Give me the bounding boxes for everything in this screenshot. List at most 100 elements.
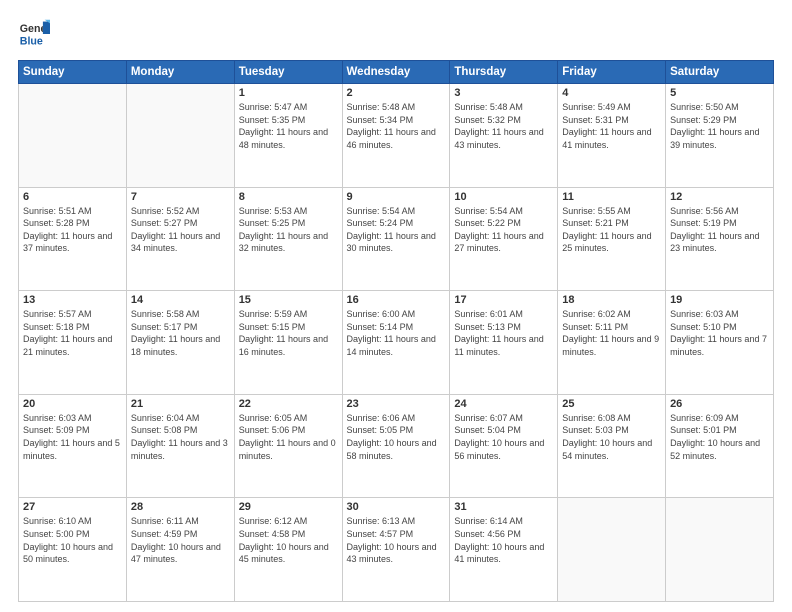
- calendar-week-row: 27 Sunrise: 6:10 AMSunset: 5:00 PMDayligh…: [19, 498, 774, 602]
- calendar-weekday-sunday: Sunday: [19, 61, 127, 84]
- day-number: 17: [454, 294, 553, 306]
- calendar-cell: 31 Sunrise: 6:14 AMSunset: 4:56 PMDayligh…: [450, 498, 558, 602]
- calendar-cell: 1 Sunrise: 5:47 AMSunset: 5:35 PMDaylight…: [234, 84, 342, 188]
- calendar-cell: 11 Sunrise: 5:55 AMSunset: 5:21 PMDayligh…: [558, 187, 666, 291]
- calendar-cell: 2Sunrise: 5:48 AMSunset: 5:34 PMDaylight…: [342, 84, 450, 188]
- calendar-cell: 16 Sunrise: 6:00 AMSunset: 5:14 PMDayligh…: [342, 291, 450, 395]
- day-number: 12: [670, 191, 769, 203]
- day-number: 23: [347, 398, 446, 410]
- day-number: 19: [670, 294, 769, 306]
- calendar-cell: 21 Sunrise: 6:04 AMSunset: 5:08 PMDayligh…: [126, 394, 234, 498]
- day-info: Sunrise: 5:54 AMSunset: 5:24 PMDaylight:…: [347, 205, 446, 255]
- day-info: Sunrise: 5:56 AMSunset: 5:19 PMDaylight:…: [670, 205, 769, 255]
- calendar-cell: 10 Sunrise: 5:54 AMSunset: 5:22 PMDayligh…: [450, 187, 558, 291]
- calendar-weekday-friday: Friday: [558, 61, 666, 84]
- day-info: Sunrise: 5:51 AMSunset: 5:28 PMDaylight:…: [23, 205, 122, 255]
- day-info: Sunrise: 6:00 AMSunset: 5:14 PMDaylight:…: [347, 308, 446, 358]
- day-number: 20: [23, 398, 122, 410]
- calendar-cell: 8 Sunrise: 5:53 AMSunset: 5:25 PMDaylight…: [234, 187, 342, 291]
- day-number: 6: [23, 191, 122, 203]
- calendar-cell: 28Sunrise: 6:11 AMSunset: 4:59 PMDayligh…: [126, 498, 234, 602]
- day-info: Sunrise: 6:08 AMSunset: 5:03 PMDaylight:…: [562, 412, 661, 462]
- calendar-cell: 23 Sunrise: 6:06 AMSunset: 5:05 PMDayligh…: [342, 394, 450, 498]
- calendar-cell: 18 Sunrise: 6:02 AMSunset: 5:11 PMDayligh…: [558, 291, 666, 395]
- day-info: Sunrise: 6:09 AMSunset: 5:01 PMDaylight:…: [670, 412, 769, 462]
- day-info: Sunrise: 5:54 AMSunset: 5:22 PMDaylight:…: [454, 205, 553, 255]
- day-number: 24: [454, 398, 553, 410]
- day-info: Sunrise: 6:06 AMSunset: 5:05 PMDaylight:…: [347, 412, 446, 462]
- day-info: Sunrise: 6:03 AMSunset: 5:10 PMDaylight:…: [670, 308, 769, 358]
- calendar-week-row: 6 Sunrise: 5:51 AMSunset: 5:28 PMDaylight…: [19, 187, 774, 291]
- logo: General Blue: [18, 18, 50, 50]
- calendar-cell: 26 Sunrise: 6:09 AMSunset: 5:01 PMDayligh…: [666, 394, 774, 498]
- calendar-cell: 22Sunrise: 6:05 AMSunset: 5:06 PMDayligh…: [234, 394, 342, 498]
- day-info: Sunrise: 6:12 AMSunset: 4:58 PMDaylight:…: [239, 515, 338, 565]
- calendar-cell: [126, 84, 234, 188]
- day-number: 9: [347, 191, 446, 203]
- calendar-weekday-monday: Monday: [126, 61, 234, 84]
- day-info: Sunrise: 6:04 AMSunset: 5:08 PMDaylight:…: [131, 412, 230, 462]
- day-info: Sunrise: 6:13 AMSunset: 4:57 PMDaylight:…: [347, 515, 446, 565]
- day-number: 16: [347, 294, 446, 306]
- day-info: Sunrise: 5:57 AMSunset: 5:18 PMDaylight:…: [23, 308, 122, 358]
- calendar-cell: 9 Sunrise: 5:54 AMSunset: 5:24 PMDaylight…: [342, 187, 450, 291]
- logo-icon: General Blue: [18, 18, 50, 50]
- day-info: Sunrise: 5:58 AMSunset: 5:17 PMDaylight:…: [131, 308, 230, 358]
- calendar-cell: [666, 498, 774, 602]
- calendar-cell: 24Sunrise: 6:07 AMSunset: 5:04 PMDayligh…: [450, 394, 558, 498]
- day-number: 3: [454, 87, 553, 99]
- calendar-header-row: SundayMondayTuesdayWednesdayThursdayFrid…: [19, 61, 774, 84]
- calendar-cell: 19 Sunrise: 6:03 AMSunset: 5:10 PMDayligh…: [666, 291, 774, 395]
- calendar-cell: 3Sunrise: 5:48 AMSunset: 5:32 PMDaylight…: [450, 84, 558, 188]
- day-number: 15: [239, 294, 338, 306]
- calendar-cell: [558, 498, 666, 602]
- calendar-cell: 7 Sunrise: 5:52 AMSunset: 5:27 PMDaylight…: [126, 187, 234, 291]
- calendar-week-row: 13 Sunrise: 5:57 AMSunset: 5:18 PMDayligh…: [19, 291, 774, 395]
- calendar-cell: 4 Sunrise: 5:49 AMSunset: 5:31 PMDaylight…: [558, 84, 666, 188]
- calendar-cell: 13 Sunrise: 5:57 AMSunset: 5:18 PMDayligh…: [19, 291, 127, 395]
- day-number: 5: [670, 87, 769, 99]
- day-number: 21: [131, 398, 230, 410]
- calendar-cell: [19, 84, 127, 188]
- day-number: 26: [670, 398, 769, 410]
- calendar-cell: 15Sunrise: 5:59 AMSunset: 5:15 PMDayligh…: [234, 291, 342, 395]
- day-number: 1: [239, 87, 338, 99]
- header: General Blue: [18, 18, 774, 50]
- page: General Blue SundayMondayTuesdayWednesda…: [0, 0, 792, 612]
- calendar-cell: 20 Sunrise: 6:03 AMSunset: 5:09 PMDayligh…: [19, 394, 127, 498]
- calendar-week-row: 1 Sunrise: 5:47 AMSunset: 5:35 PMDaylight…: [19, 84, 774, 188]
- calendar-cell: 5 Sunrise: 5:50 AMSunset: 5:29 PMDaylight…: [666, 84, 774, 188]
- day-number: 25: [562, 398, 661, 410]
- day-number: 4: [562, 87, 661, 99]
- day-info: Sunrise: 6:05 AMSunset: 5:06 PMDaylight:…: [239, 412, 338, 462]
- day-info: Sunrise: 6:01 AMSunset: 5:13 PMDaylight:…: [454, 308, 553, 358]
- calendar-cell: 25 Sunrise: 6:08 AMSunset: 5:03 PMDayligh…: [558, 394, 666, 498]
- day-info: Sunrise: 5:49 AMSunset: 5:31 PMDaylight:…: [562, 101, 661, 151]
- calendar-cell: 27 Sunrise: 6:10 AMSunset: 5:00 PMDayligh…: [19, 498, 127, 602]
- day-number: 7: [131, 191, 230, 203]
- day-info: Sunrise: 6:03 AMSunset: 5:09 PMDaylight:…: [23, 412, 122, 462]
- day-number: 8: [239, 191, 338, 203]
- day-info: Sunrise: 5:55 AMSunset: 5:21 PMDaylight:…: [562, 205, 661, 255]
- calendar-table: SundayMondayTuesdayWednesdayThursdayFrid…: [18, 60, 774, 602]
- calendar-week-row: 20 Sunrise: 6:03 AMSunset: 5:09 PMDayligh…: [19, 394, 774, 498]
- day-number: 18: [562, 294, 661, 306]
- day-number: 31: [454, 501, 553, 513]
- calendar-cell: 6 Sunrise: 5:51 AMSunset: 5:28 PMDaylight…: [19, 187, 127, 291]
- day-info: Sunrise: 5:47 AMSunset: 5:35 PMDaylight:…: [239, 101, 338, 151]
- day-info: Sunrise: 5:52 AMSunset: 5:27 PMDaylight:…: [131, 205, 230, 255]
- calendar-cell: 17 Sunrise: 6:01 AMSunset: 5:13 PMDayligh…: [450, 291, 558, 395]
- day-number: 13: [23, 294, 122, 306]
- day-number: 27: [23, 501, 122, 513]
- calendar-cell: 12 Sunrise: 5:56 AMSunset: 5:19 PMDayligh…: [666, 187, 774, 291]
- calendar-cell: 30Sunrise: 6:13 AMSunset: 4:57 PMDayligh…: [342, 498, 450, 602]
- day-info: Sunrise: 5:53 AMSunset: 5:25 PMDaylight:…: [239, 205, 338, 255]
- day-info: Sunrise: 6:14 AMSunset: 4:56 PMDaylight:…: [454, 515, 553, 565]
- day-number: 10: [454, 191, 553, 203]
- day-info: Sunrise: 5:50 AMSunset: 5:29 PMDaylight:…: [670, 101, 769, 151]
- calendar-cell: 29Sunrise: 6:12 AMSunset: 4:58 PMDayligh…: [234, 498, 342, 602]
- day-info: Sunrise: 6:10 AMSunset: 5:00 PMDaylight:…: [23, 515, 122, 565]
- calendar-cell: 14Sunrise: 5:58 AMSunset: 5:17 PMDayligh…: [126, 291, 234, 395]
- day-number: 11: [562, 191, 661, 203]
- day-info: Sunrise: 6:02 AMSunset: 5:11 PMDaylight:…: [562, 308, 661, 358]
